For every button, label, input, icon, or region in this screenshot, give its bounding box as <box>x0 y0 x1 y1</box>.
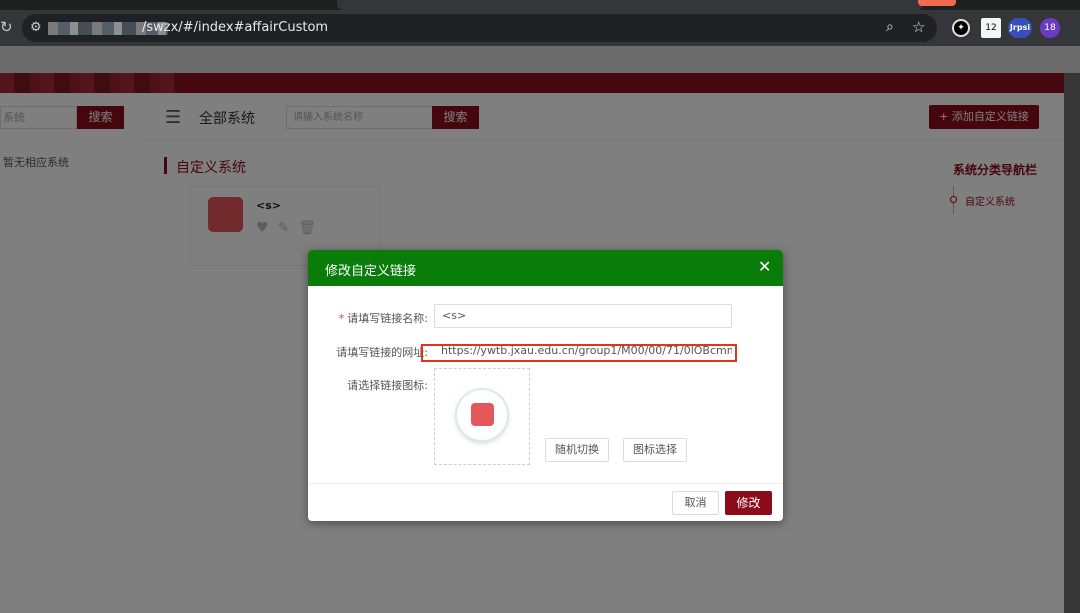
page-top-gap <box>0 46 1080 73</box>
reload-icon[interactable]: ↻ <box>0 18 13 36</box>
active-tab[interactable] <box>337 0 923 10</box>
tab-indicator <box>918 0 956 6</box>
bookmark-star-icon[interactable]: ☆ <box>912 18 925 36</box>
footer-divider <box>308 483 783 484</box>
name-field[interactable]: <s> <box>434 304 732 328</box>
icon-label: 请选择链接图标: <box>347 379 428 392</box>
extension-icon-2[interactable]: 12 <box>981 18 1001 38</box>
modal-header: 修改自定义链接 ✕ <box>308 250 783 286</box>
cancel-button[interactable]: 取消 <box>672 491 719 515</box>
extension-icon-1[interactable]: ✦ <box>952 19 970 37</box>
close-icon[interactable]: ✕ <box>758 257 771 276</box>
required-mark: * <box>338 312 345 325</box>
url-label: 请填写链接的网址: <box>336 346 428 359</box>
link-icon <box>471 403 494 426</box>
modal-title: 修改自定义链接 <box>325 264 417 279</box>
icon-preview-box[interactable] <box>434 368 530 465</box>
url-text[interactable]: /swzx/#/index#affairCustom <box>142 20 328 35</box>
site-info-icon[interactable]: ⚙ <box>30 20 42 35</box>
extension-icon-3[interactable]: Jrpsi <box>1008 18 1032 38</box>
choose-icon-button[interactable]: 图标选择 <box>623 438 687 462</box>
edit-link-modal: 修改自定义链接 ✕ * 请填写链接名称: <s> 请填写链接的网址: https:… <box>308 250 783 521</box>
browser-toolbar: ↻ ⚙ /swzx/#/index#affairCustom ⌕ ☆ <box>0 10 1080 46</box>
submit-button[interactable]: 修改 <box>725 491 772 515</box>
address-bar[interactable]: ⚙ /swzx/#/index#affairCustom ⌕ ☆ <box>22 14 937 42</box>
name-label: * 请填写链接名称: <box>308 310 428 326</box>
zoom-icon[interactable]: ⌕ <box>886 19 894 35</box>
icon-preview <box>457 390 507 440</box>
highlight-box <box>421 344 737 362</box>
tab-strip <box>0 0 1080 10</box>
random-switch-button[interactable]: 随机切换 <box>545 438 609 462</box>
name-label-text: 请填写链接名称: <box>347 312 428 325</box>
extension-icon-4[interactable]: 18 <box>1040 18 1060 38</box>
